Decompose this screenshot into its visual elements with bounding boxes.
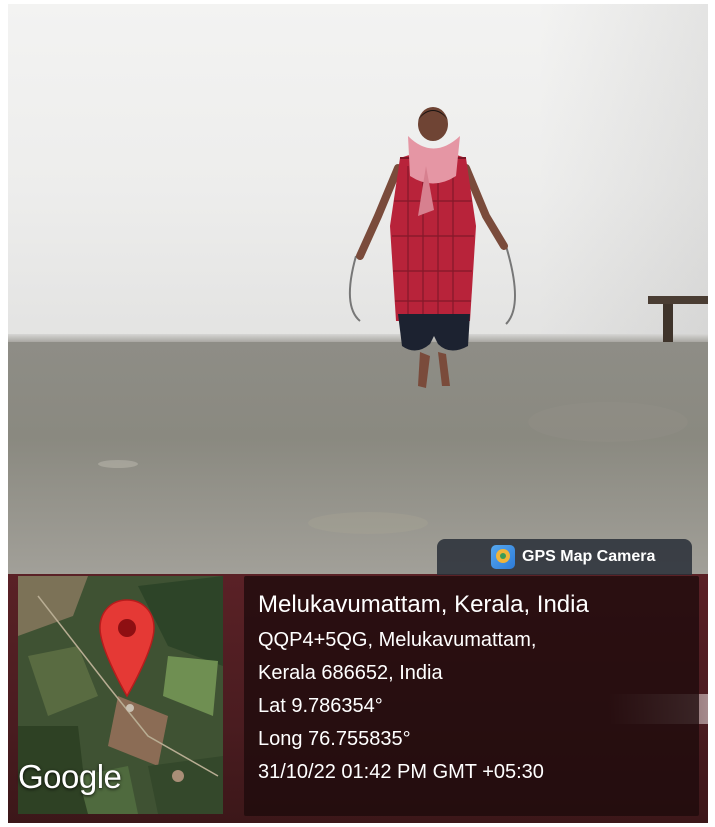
gps-map-camera-badge: GPS Map Camera <box>437 539 692 575</box>
latitude: Lat 9.786354° <box>258 695 383 717</box>
longitude: Long 76.755835° <box>258 728 411 750</box>
bench <box>648 296 708 304</box>
badge-label: GPS Map Camera <box>522 548 656 565</box>
gps-map-camera-icon <box>491 545 515 569</box>
timestamp: 31/10/22 01:42 PM GMT +05:30 <box>258 761 544 783</box>
map-pin-icon <box>99 599 155 698</box>
wall-shadow <box>538 4 708 340</box>
google-logo: Google <box>18 758 122 795</box>
location-info-panel: Melukavumattam, Kerala, India QQP4+5QG, … <box>244 576 699 816</box>
address-line-2: Kerala 686652, India <box>258 662 443 684</box>
place-title: Melukavumattam, Kerala, India <box>258 591 589 618</box>
bench-leg <box>663 304 673 342</box>
address-line-1: QQP4+5QG, Melukavumattam, <box>258 629 537 651</box>
person-skipping-rope <box>338 106 528 396</box>
